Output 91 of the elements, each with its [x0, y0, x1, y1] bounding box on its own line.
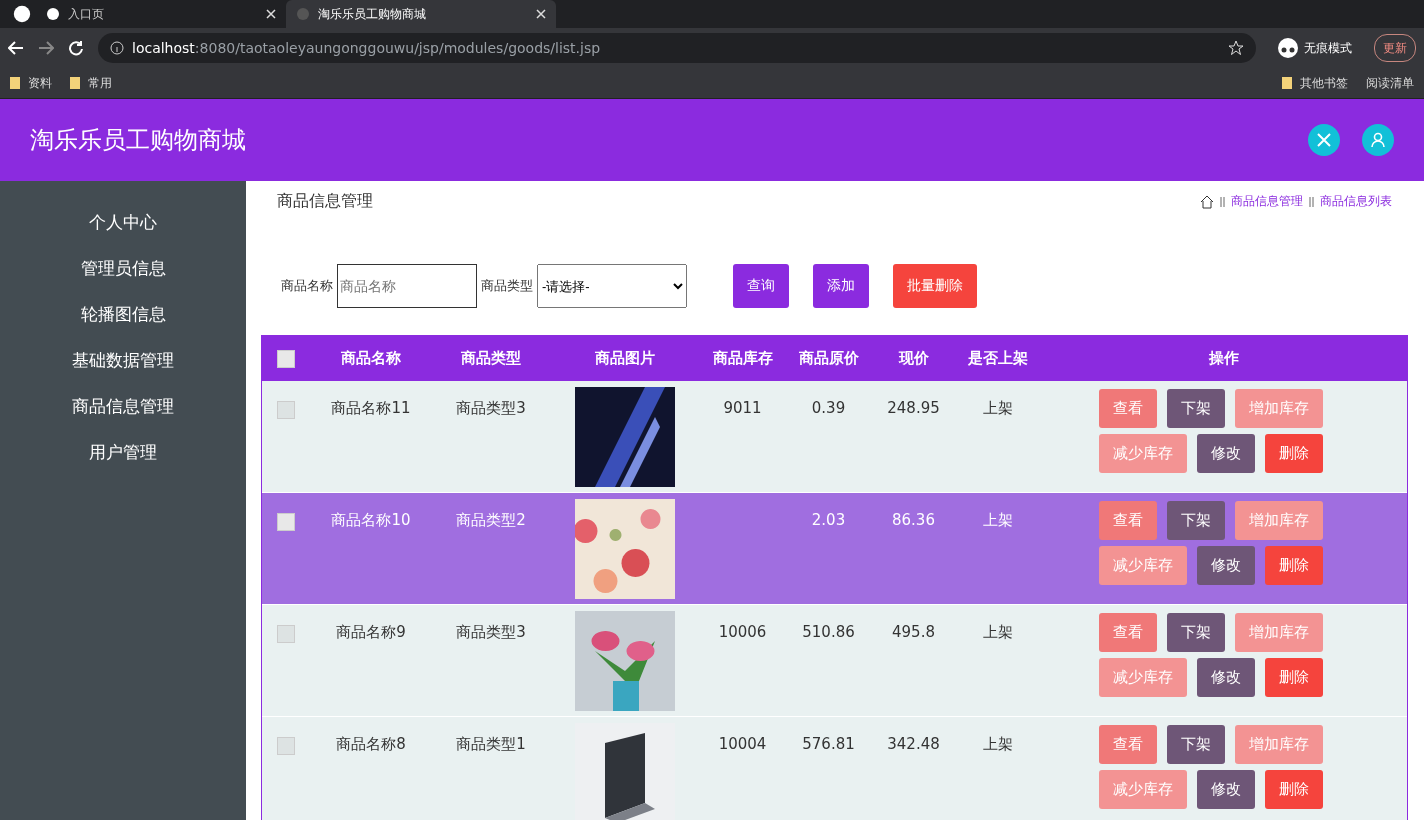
table-cell-text: 2.03: [810, 510, 847, 529]
folder-icon: [1282, 77, 1292, 89]
forward-icon[interactable]: [38, 41, 54, 55]
info-icon: [110, 41, 124, 55]
delete-button[interactable]: 批量删除: [893, 264, 977, 308]
name-field[interactable]: 商品名称: [337, 264, 477, 308]
column-header: 操作: [1207, 349, 1240, 368]
browser-tab[interactable]: 入口页: [36, 0, 286, 28]
home-icon: [1200, 194, 1214, 209]
separator-icon: [1220, 196, 1225, 207]
bookmark[interactable]: 其他书签: [1282, 74, 1348, 92]
action-button[interactable]: 删除: [1264, 658, 1323, 697]
table-cell-text: 10006: [717, 622, 768, 641]
sidebar-item[interactable]: 轮播图信息: [80, 303, 166, 326]
table-cell-text: 248.95: [886, 398, 941, 417]
checkbox[interactable]: [277, 513, 295, 531]
sidebar-item[interactable]: 商品信息管理: [72, 395, 174, 418]
browser-tab[interactable]: 淘乐乐员工购物商城: [286, 0, 556, 28]
breadcrumb-link[interactable]: 商品信息列表: [1320, 193, 1392, 210]
reload-icon[interactable]: [68, 40, 84, 56]
table-cell-text: 商品名称8: [335, 734, 407, 754]
column-header: 商品类型: [460, 349, 522, 368]
action-button[interactable]: 删除: [1264, 770, 1323, 809]
table-cell-text: 上架: [981, 510, 1014, 530]
reading-list[interactable]: 阅读清单: [1366, 74, 1414, 92]
table-cell-text: 576.81: [801, 734, 856, 753]
checkbox[interactable]: [277, 625, 295, 643]
column-header: 商品图片: [594, 349, 656, 368]
back-icon[interactable]: [8, 41, 24, 55]
table-cell-text: 商品类型2: [455, 510, 527, 530]
table-cell-text: 商品名称11: [330, 398, 412, 418]
action-button[interactable]: 删除: [1264, 546, 1323, 585]
action-button[interactable]: 查询: [733, 264, 789, 308]
bookmark[interactable]: 资料: [10, 74, 52, 92]
action-button[interactable]: 下架: [1166, 501, 1225, 540]
action-button[interactable]: 删除: [1264, 434, 1323, 473]
checkbox[interactable]: [277, 349, 295, 368]
column-header: 商品名称: [340, 349, 402, 368]
table-cell-text: 495.8: [891, 622, 936, 641]
action-button[interactable]: 下架: [1166, 613, 1225, 652]
bookmark[interactable]: 常用: [70, 74, 112, 92]
table-cell-text: 上架: [981, 734, 1014, 754]
action-button[interactable]: 修改: [1196, 770, 1255, 809]
sidebar-item[interactable]: 基础数据管理: [72, 349, 174, 372]
checkbox[interactable]: [277, 401, 295, 419]
page-title: 商品信息管理: [277, 191, 373, 212]
update-button[interactable]: 更新: [1374, 34, 1416, 62]
star-icon[interactable]: [1228, 40, 1244, 56]
field-label: 商品类型: [481, 277, 533, 295]
table-cell-text: 0.39: [810, 398, 847, 417]
close-icon[interactable]: [536, 9, 546, 19]
breadcrumb-link[interactable]: 商品信息管理: [1231, 193, 1303, 210]
table-cell-text: 商品类型3: [455, 622, 527, 642]
address-field[interactable]: localhost:8080/taotaoleyaungonggouwu/jsp/modules/goods/list.jsp: [98, 33, 1256, 63]
user-icon: [1370, 132, 1386, 148]
type-select[interactable]: -请选择-: [537, 264, 687, 308]
user-button[interactable]: [1362, 124, 1394, 156]
table-cell-text: 商品名称9: [335, 622, 407, 642]
incognito-label: 无痕模式: [1270, 35, 1360, 61]
sidebar-item[interactable]: 个人中心: [89, 211, 157, 234]
table-cell-text: 商品类型3: [455, 398, 527, 418]
action-button[interactable]: 修改: [1196, 434, 1255, 473]
incognito-icon: [1278, 38, 1298, 58]
action-button[interactable]: 下架: [1166, 725, 1225, 764]
action-button[interactable]: 下架: [1166, 389, 1225, 428]
table-cell-text: 86.36: [891, 510, 936, 529]
sidebar-item[interactable]: 管理员信息: [80, 257, 166, 280]
table-cell-text: 上架: [981, 398, 1014, 418]
table-cell-text: 上架: [981, 622, 1014, 642]
table-cell-text: 商品类型1: [455, 734, 527, 754]
fullscreen-button[interactable]: [1308, 124, 1340, 156]
table-cell-text: 10004: [717, 734, 768, 753]
site-title: 淘乐乐员工购物商城: [30, 125, 247, 156]
table-cell-text: 商品名称10: [330, 510, 412, 530]
sidebar-item[interactable]: 用户管理: [89, 441, 157, 464]
folder-icon: [70, 77, 80, 89]
folder-icon: [10, 77, 20, 89]
column-header: 是否上架: [966, 349, 1029, 368]
table-cell-text: 510.86: [801, 622, 856, 641]
table-cell-text: 342.48: [886, 734, 941, 753]
action-button[interactable]: 修改: [1196, 658, 1255, 697]
column-header: 现价: [897, 349, 930, 368]
checkbox[interactable]: [277, 737, 295, 755]
column-header: 商品原价: [797, 349, 860, 368]
column-header: 商品库存: [711, 349, 774, 368]
close-icon[interactable]: [266, 9, 276, 19]
separator-icon: [1309, 196, 1314, 207]
field-label: 商品名称: [281, 277, 333, 295]
table-cell-text: 9011: [722, 398, 763, 417]
action-button[interactable]: 添加: [813, 264, 869, 308]
action-button[interactable]: 修改: [1196, 546, 1255, 585]
